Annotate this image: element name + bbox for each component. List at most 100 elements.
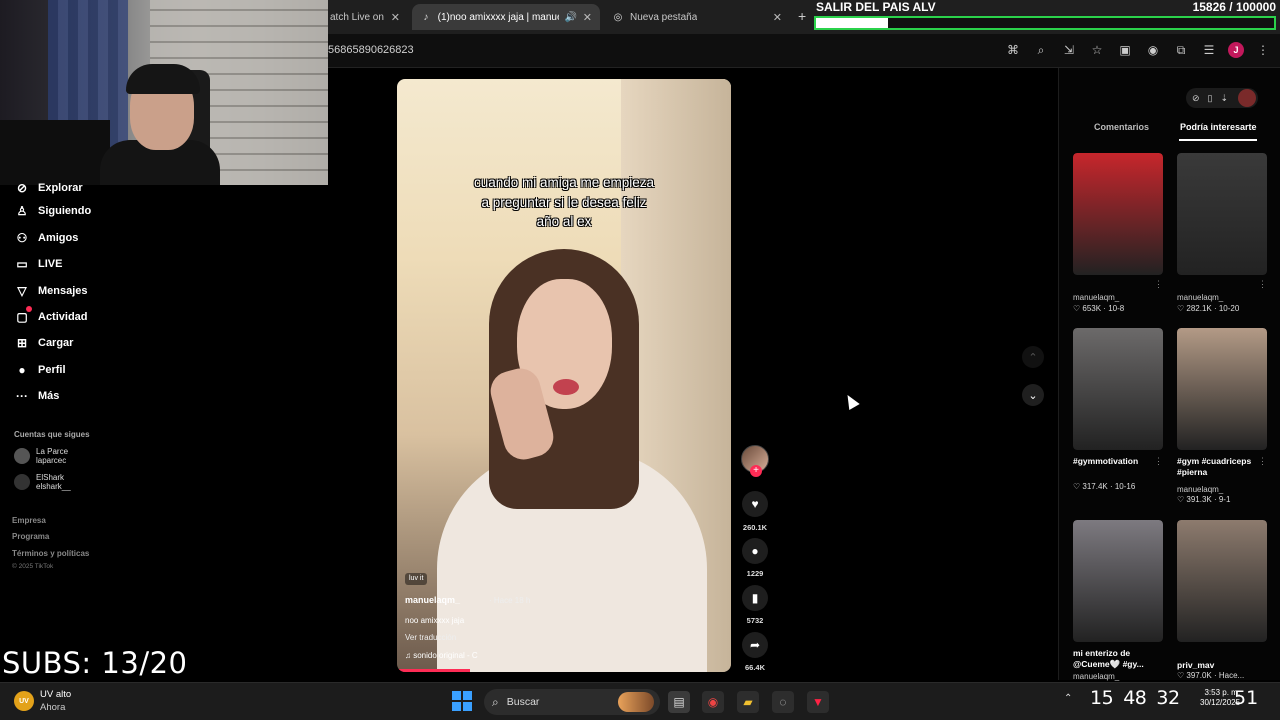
video-player[interactable]: cuando mi amiga me empieza a preguntar s… (397, 79, 731, 672)
follow-plus-button[interactable]: + (750, 465, 762, 477)
recommendations-panel: ⊘ ▯ ⇣ Comentarios Podría interesarte ⋮ m… (1058, 68, 1280, 681)
save-button[interactable]: ▮ (742, 585, 768, 611)
profile-icon: ● (18, 363, 26, 377)
zoom-icon[interactable]: ⌕ (1032, 41, 1050, 59)
translate-icon[interactable]: ⌘ (1004, 41, 1022, 59)
clock-minutes: 48 (1123, 687, 1147, 709)
notification-dot (26, 306, 32, 312)
tab-tiktok-video[interactable]: ♪ (1)noo amixxxx jaja | manue 🔊 ✕ (412, 4, 600, 30)
tray-chevron-icon[interactable]: ⌃ (1064, 693, 1072, 704)
recommended-video[interactable] (1177, 153, 1267, 275)
brave-icon[interactable]: ▼ (807, 691, 829, 713)
footer-link-terminos[interactable]: Términos y políticas (12, 549, 89, 558)
like-button[interactable]: ♥ (742, 491, 768, 517)
sidebar-item-cargar[interactable]: ⊞ Cargar (14, 333, 74, 353)
more-options-icon[interactable]: ⋮ (1154, 456, 1163, 467)
video-thumbnail (1073, 520, 1163, 642)
footer-link-programa[interactable]: Programa (12, 532, 49, 541)
bookmark-star-icon[interactable]: ☆ (1088, 41, 1106, 59)
autoplay-icon[interactable]: ⊘ (1192, 93, 1200, 104)
reading-list-icon[interactable]: ☰ (1200, 41, 1218, 59)
chrome-icon: ◎ (613, 11, 623, 23)
more-options-icon[interactable]: ⋮ (1258, 456, 1267, 467)
comment-button[interactable]: ● (742, 538, 768, 564)
sidebar-item-siguiendo[interactable]: ♙ Siguiendo (14, 201, 92, 221)
recommended-video-user[interactable]: manuelaqm_ (1073, 672, 1119, 681)
taskbar-search[interactable]: ⌕ Buscar (484, 689, 660, 715)
recommended-video[interactable] (1073, 328, 1163, 450)
avatar (14, 474, 30, 490)
video-tag-badge[interactable]: luv it (405, 573, 428, 585)
followed-account[interactable]: ElShark elshark__ (14, 473, 71, 491)
profile-avatar[interactable]: J (1228, 42, 1244, 58)
sidebar-item-label: Actividad (38, 311, 88, 323)
sidebar-item-mensajes[interactable]: ▽ Mensajes (14, 281, 87, 301)
recommended-video-user[interactable]: manuelaqm_ (1073, 293, 1119, 302)
task-view-icon[interactable]: ▤ (668, 691, 690, 713)
tab-comentarios[interactable]: Comentarios (1094, 122, 1149, 132)
media-icon[interactable]: ▣ (1116, 41, 1134, 59)
people-icon: ⚇ (16, 231, 28, 245)
weather-title[interactable]: UV alto (40, 689, 71, 700)
video-author[interactable]: manuelaqm_ (405, 595, 460, 605)
sidebar-item-label: Más (38, 390, 60, 402)
sidebar-item-perfil[interactable]: ● Perfil (14, 360, 65, 380)
recommended-video[interactable] (1177, 328, 1267, 450)
url-field[interactable]: 56865890626823 (328, 44, 414, 56)
sidebar-item-label: Cargar (38, 337, 74, 349)
recommended-video-title[interactable]: priv_mav (1177, 660, 1272, 671)
recommended-video-title[interactable]: mi enterizo de @Cueme🤍 #gy... (1073, 648, 1168, 670)
device-icon[interactable]: ▯ (1208, 93, 1213, 104)
extension-icon-1[interactable]: ◉ (1144, 41, 1162, 59)
footer-link-empresa[interactable]: Empresa (12, 516, 46, 525)
obs-icon[interactable]: ◌ (772, 691, 794, 713)
tab-label: (1)noo amixxxx jaja | manue (437, 11, 559, 23)
more-options-icon[interactable]: ⋮ (1154, 279, 1163, 290)
search-highlight-image (618, 692, 654, 712)
see-translation-link[interactable]: Ver traducción (405, 633, 456, 642)
sidebar-item-actividad[interactable]: ▢ Actividad (14, 306, 88, 327)
sidebar-item-mas[interactable]: ··· Más (14, 386, 59, 406)
recommended-video[interactable] (1177, 520, 1267, 642)
close-icon[interactable]: ✕ (767, 11, 782, 24)
recommended-video[interactable] (1073, 153, 1163, 275)
tab-new-tab[interactable]: ◎ Nueva pestaña ✕ (604, 4, 790, 30)
chrome-icon[interactable]: ◉ (702, 691, 724, 713)
sidebar-item-explorar[interactable]: ⊘ Explorar (14, 178, 83, 198)
close-icon[interactable]: ✕ (577, 11, 592, 24)
avatar (14, 448, 30, 464)
recommended-video[interactable] (1073, 520, 1163, 642)
more-options-icon[interactable]: ⋮ (1258, 279, 1267, 290)
weather-uv-icon[interactable]: UV (14, 691, 34, 711)
windows-logo-tile (452, 702, 461, 711)
author-avatar-small[interactable] (1238, 89, 1256, 107)
sidebar-item-amigos[interactable]: ⚇ Amigos (14, 228, 79, 248)
followed-account-handle: elshark__ (36, 482, 71, 491)
tab-live[interactable]: atch Live on ✕ (322, 4, 408, 30)
speaker-icon[interactable]: 🔊 (565, 11, 577, 23)
tab-podria-interesarte[interactable]: Podría interesarte (1180, 122, 1257, 132)
recommended-video-user[interactable]: manuelaqm_ (1177, 485, 1223, 494)
video-sound-link[interactable]: ♫ sonido original - C (405, 651, 478, 660)
followed-account[interactable]: La Parce laparcec (14, 447, 68, 465)
followed-account-text: ElShark elshark__ (36, 473, 71, 491)
share-button[interactable]: ➦ (742, 632, 768, 658)
install-icon[interactable]: ⇲ (1060, 41, 1078, 59)
goal-progress-bar (814, 16, 1276, 30)
followed-account-handle: laparcec (36, 456, 67, 465)
windows-logo-tile (452, 691, 461, 700)
extensions-puzzle-icon[interactable]: ⧉ (1172, 41, 1190, 59)
new-tab-button[interactable]: + (798, 8, 806, 24)
live-icon: ▭ (16, 257, 28, 271)
start-button[interactable] (452, 691, 472, 711)
next-video-button[interactable]: ⌄ (1022, 384, 1044, 406)
sidebar-item-live[interactable]: ▭ LIVE (14, 254, 62, 274)
file-explorer-icon[interactable]: ▰ (737, 691, 759, 713)
close-icon[interactable]: ✕ (385, 11, 400, 24)
download-icon[interactable]: ⇣ (1220, 93, 1228, 104)
video-progress-bar[interactable] (397, 669, 471, 672)
previous-video-button[interactable]: ⌃ (1022, 346, 1044, 368)
menu-kebab-icon[interactable]: ⋮ (1254, 41, 1272, 59)
webcam-desk (0, 120, 110, 185)
recommended-video-user[interactable]: manuelaqm_ (1177, 293, 1223, 302)
